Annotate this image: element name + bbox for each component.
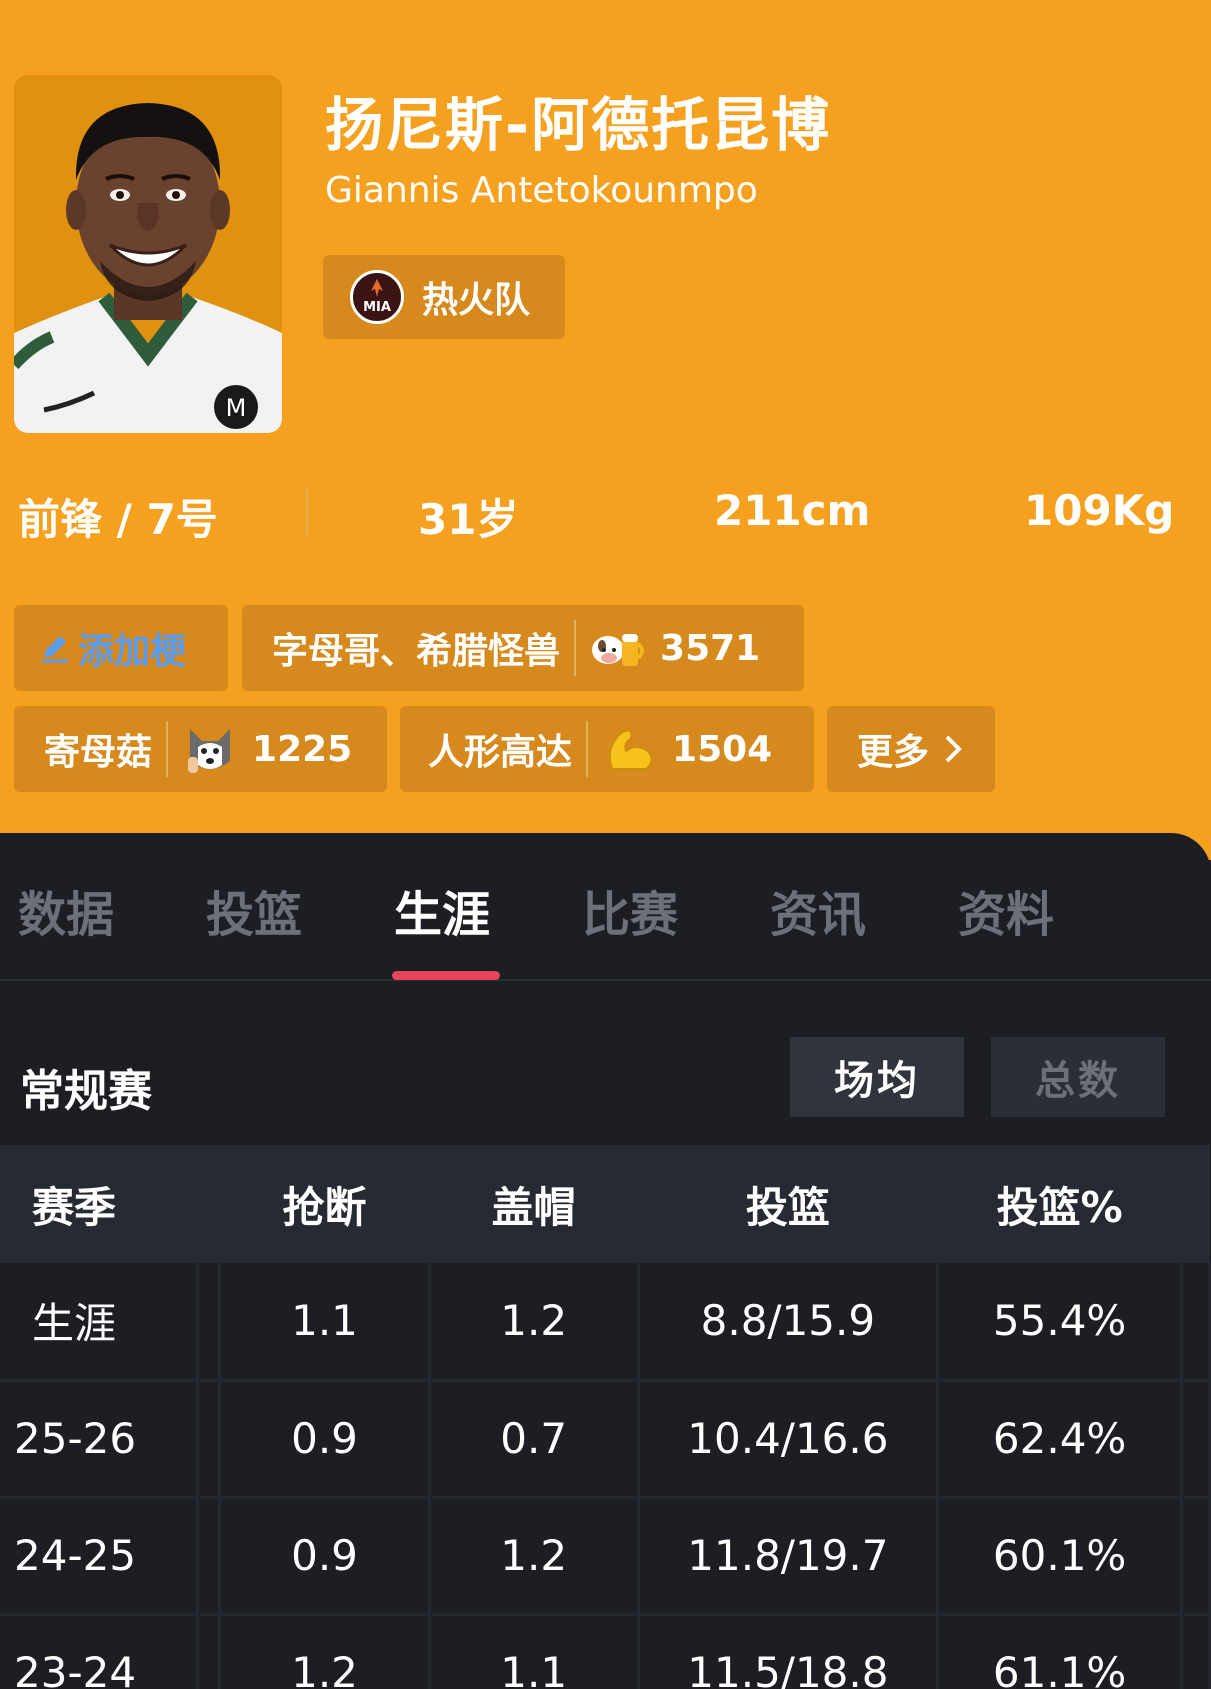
tab-data[interactable]: 数据 [18,875,114,945]
player-name-cn: 扬尼斯-阿德托昆博 [325,91,832,159]
cow-beer-icon [592,634,644,666]
tab-bar: 数据 投篮 生涯 比赛 资讯 资料 [0,833,1211,981]
cell-fg: 11.8/19.7 [638,1497,940,1616]
player-height: 211cm [714,486,871,535]
cell-season: 25-26 [0,1380,200,1499]
player-name-en: Giannis Antetokounmpo [325,170,758,211]
cell-fg-pct: 61.1% [937,1614,1183,1689]
section-title: 常规赛 [20,1066,152,1117]
tab-news[interactable]: 资讯 [770,875,866,945]
meme-chip-2[interactable]: 寄母菇 1225 [14,706,387,792]
meme-count: 1225 [252,728,353,770]
per-game-toggle[interactable]: 场均 [790,1037,964,1117]
table-row[interactable]: 25-26 0.9 0.7 10.4/16.6 62.4% [0,1380,1211,1499]
player-bio-row: 前锋 / 7号 31岁 211cm 109Kg [0,478,1211,548]
cell-season: 24-25 [0,1497,200,1616]
meme-chip-3[interactable]: 人形高达 1504 [400,706,814,792]
chevron-right-icon [945,735,962,763]
cell-season: 23-24 [0,1614,200,1689]
tab-career[interactable]: 生涯 [394,875,490,945]
header-fg: 投篮 [745,1182,830,1232]
flexed-biceps-icon [608,729,653,770]
header-blocks: 盖帽 [491,1182,576,1232]
career-panel: 数据 投篮 生涯 比赛 资讯 资料 常规赛 场均 总数 赛季 抢断 盖帽 投篮 … [0,833,1211,1689]
table-row[interactable]: 23-24 1.2 1.1 11.5/18.8 61.1% [0,1614,1211,1689]
table-row[interactable]: 生涯 1.1 1.2 8.8/15.9 55.4% [0,1263,1211,1382]
player-header: M 扬尼斯-阿德托昆博 Giannis Antetokounmpo MIA 热火… [0,0,1211,860]
cell-steals: 0.9 [219,1380,431,1499]
cell-blocks: 1.2 [429,1497,640,1616]
player-age: 31岁 [418,495,519,544]
meme-count: 3571 [660,627,761,669]
team-name: 热火队 [422,280,531,321]
active-tab-indicator [392,971,500,980]
team-chip[interactable]: MIA 热火队 [323,255,565,339]
chip-divider [586,721,589,777]
cell-steals: 1.1 [219,1263,431,1382]
add-meme-button[interactable]: 添加梗 [14,605,228,691]
cell-steals: 0.9 [219,1497,431,1616]
pencil-icon [42,636,68,663]
meme-chip-1[interactable]: 字母哥、希腊怪兽 3571 [242,605,804,691]
tab-shooting[interactable]: 投篮 [206,875,302,945]
player-avatar: M [14,75,282,433]
cell-fg-pct: 55.4% [937,1263,1183,1382]
meme-count: 1504 [672,728,773,770]
cell-fg: 8.8/15.9 [638,1263,940,1382]
tab-profile[interactable]: 资料 [958,875,1054,945]
cell-blocks: 1.1 [429,1614,640,1689]
team-logo-icon: MIA [350,270,404,324]
chip-divider [166,721,169,777]
meme-text: 字母哥、希腊怪兽 [272,631,561,672]
table-header-row: 赛季 抢断 盖帽 投篮 投篮% [0,1145,1210,1263]
add-meme-label: 添加梗 [78,631,187,672]
cell-fg-pct: 60.1% [937,1497,1183,1616]
bio-divider [306,488,308,536]
cell-fg-pct: 62.4% [937,1380,1183,1499]
header-fg-pct: 投篮% [996,1182,1123,1232]
chip-divider [574,620,577,676]
cell-fg: 10.4/16.6 [638,1380,940,1499]
totals-toggle[interactable]: 总数 [991,1037,1165,1117]
position-number: 前锋 / 7号 [18,495,218,544]
header-steals: 抢断 [282,1182,367,1232]
table-row[interactable]: 24-25 0.9 1.2 11.8/19.7 60.1% [0,1497,1211,1616]
career-stats-table: 赛季 抢断 盖帽 投篮 投篮% 生涯 1.1 1.2 8.8/15.9 55.4… [0,1145,1211,1689]
svg-text:M: M [226,394,247,422]
player-photo: M [14,75,282,433]
meme-text: 人形高达 [428,732,573,773]
tab-games[interactable]: 比赛 [582,875,678,945]
meme-text: 寄母菇 [44,732,153,773]
more-label: 更多 [857,732,930,773]
more-memes-button[interactable]: 更多 [827,706,995,792]
cell-blocks: 1.2 [429,1263,640,1382]
team-logo-text: MIA [363,300,391,315]
header-season: 赛季 [32,1182,117,1232]
cell-fg: 11.5/18.8 [638,1614,940,1689]
player-weight: 109Kg [1024,486,1175,535]
husky-icon [188,729,231,773]
cell-steals: 1.2 [219,1614,431,1689]
cell-season: 生涯 [0,1263,200,1382]
cell-blocks: 0.7 [429,1380,640,1499]
